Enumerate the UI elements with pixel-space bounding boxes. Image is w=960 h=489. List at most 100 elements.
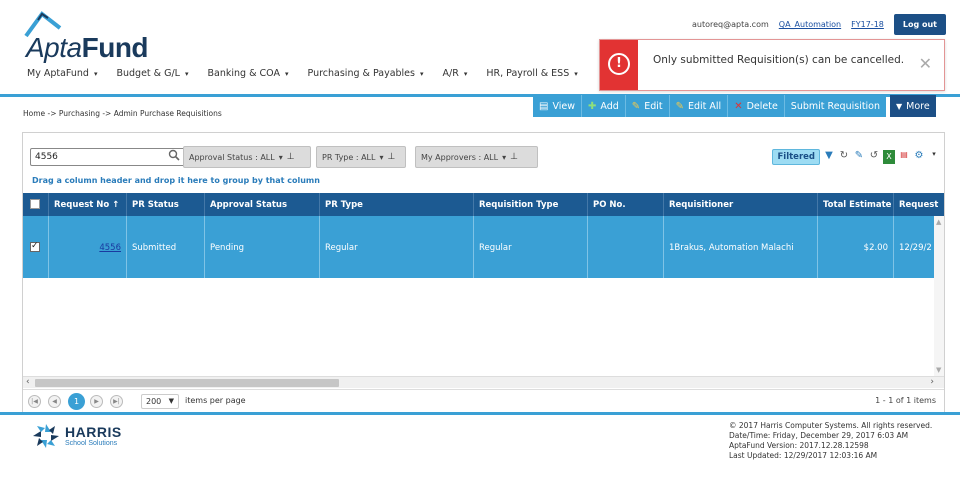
col-requisition-type[interactable]: Requisition Type xyxy=(474,193,588,216)
next-page-button[interactable]: ▶ xyxy=(90,395,103,408)
scroll-down-icon[interactable]: ▼ xyxy=(936,366,941,374)
col-request-no-label: Request No xyxy=(54,200,110,210)
plus-icon: ✚ xyxy=(588,100,597,112)
approval-status-filter[interactable]: Approval Status : ALL ▾ ⊥ xyxy=(183,146,311,168)
delete-button[interactable]: ✕ Delete xyxy=(728,95,785,117)
logout-button[interactable]: Log out xyxy=(893,14,946,35)
pin-icon[interactable]: ⊥ xyxy=(510,152,518,162)
nav-hr-payroll[interactable]: HR, Payroll & ESS ▾ xyxy=(486,68,577,79)
search-icon[interactable] xyxy=(168,149,182,163)
harris-subtitle: School Solutions xyxy=(65,440,118,447)
delete-label: Delete xyxy=(746,100,778,112)
nav-budget-gl[interactable]: Budget & G/L ▾ xyxy=(116,68,188,79)
excel-icon[interactable]: X xyxy=(883,150,895,164)
chevron-down-icon[interactable]: ▾ xyxy=(928,150,940,164)
search-input[interactable]: 4556 xyxy=(30,148,185,166)
col-request-date[interactable]: Request xyxy=(894,193,946,216)
chevron-down-icon: ▾ xyxy=(185,70,189,78)
horizontal-scrollbar[interactable]: ‹ › xyxy=(23,376,944,388)
page-size-select[interactable]: 200 ▼ xyxy=(141,394,179,409)
col-pr-status-label: PR Status xyxy=(132,200,179,210)
nav-ar[interactable]: A/R ▾ xyxy=(443,68,468,79)
view-button[interactable]: ▤ View xyxy=(533,95,582,117)
chevron-down-icon: ▾ xyxy=(278,152,283,162)
scroll-right-icon[interactable]: › xyxy=(930,377,934,387)
first-page-button[interactable]: |◀ xyxy=(28,395,41,408)
delete-x-icon: ✕ xyxy=(734,100,743,112)
filter-row: 4556 Approval Status : ALL ▾ ⊥ PR Type : A… xyxy=(23,133,944,188)
close-icon[interactable]: ✕ xyxy=(919,54,932,73)
nav-label: Purchasing & Payables xyxy=(307,68,415,79)
select-all-checkbox[interactable] xyxy=(30,199,40,209)
col-pr-type-label: PR Type xyxy=(325,200,363,210)
table-body: 4556 Submitted Pending Regular Regular 1… xyxy=(23,216,944,376)
col-requisitioner-label: Requisitioner xyxy=(669,200,734,210)
scroll-left-icon[interactable]: ‹ xyxy=(26,377,30,387)
last-page-button[interactable]: ▶| xyxy=(110,395,123,408)
refresh-icon[interactable]: ↻ xyxy=(838,150,850,164)
nav-banking-coa[interactable]: Banking & COA ▾ xyxy=(208,68,289,79)
chevron-down-icon: ▾ xyxy=(574,70,578,78)
edit-all-button[interactable]: ✎ Edit All xyxy=(669,95,729,117)
edit-button[interactable]: ✎ Edit xyxy=(625,95,670,117)
scroll-up-icon[interactable]: ▲ xyxy=(936,218,941,226)
wrench-icon[interactable]: ✎ xyxy=(853,150,865,164)
prev-page-button[interactable]: ◀ xyxy=(48,395,61,408)
total-estimate-cell: $2.00 xyxy=(818,216,894,278)
my-approvers-filter[interactable]: My Approvers : ALL ▾ ⊥ xyxy=(415,146,538,168)
col-request-no[interactable]: Request No ↑ xyxy=(49,193,127,216)
col-requisitioner[interactable]: Requisitioner xyxy=(664,193,818,216)
pr-type-filter[interactable]: PR Type : ALL ▾ ⊥ xyxy=(316,146,406,168)
aptafund-logo[interactable]: AptaFund xyxy=(24,10,154,63)
pin-icon[interactable]: ⊥ xyxy=(387,152,395,162)
select-all-header[interactable] xyxy=(23,193,49,216)
group-hint[interactable]: Drag a column header and drop it here to… xyxy=(32,176,320,185)
document-icon: ▤ xyxy=(539,100,549,112)
col-request-date-label: Request xyxy=(899,200,939,210)
requisitions-grid: 4556 Approval Status : ALL ▾ ⊥ PR Type : A… xyxy=(22,132,945,412)
table-header: Request No ↑ PR Status Approval Status P… xyxy=(23,193,944,216)
row-select-cell[interactable] xyxy=(23,216,49,278)
col-pr-status[interactable]: PR Status xyxy=(127,193,205,216)
chevron-down-icon: ▾ xyxy=(285,70,289,78)
row-checkbox[interactable] xyxy=(30,241,40,252)
request-no-link[interactable]: 4556 xyxy=(49,216,127,278)
nav-purchasing[interactable]: Purchasing & Payables ▾ xyxy=(308,68,424,79)
edit-label: Edit xyxy=(644,100,663,112)
last-updated-text: Last Updated: 12/29/2017 12:03:16 AM xyxy=(729,451,878,460)
add-button[interactable]: ✚ Add xyxy=(582,95,626,117)
fiscal-year-link[interactable]: FY17-18 xyxy=(851,20,884,29)
page-size-value: 200 xyxy=(146,397,162,406)
reset-icon[interactable]: ↺ xyxy=(868,150,880,164)
filter-icon[interactable]: ▼ xyxy=(823,150,835,164)
per-page-label: items per page xyxy=(185,396,246,405)
user-bar: autoreq@apta.com QA_Automation FY17-18 L… xyxy=(692,14,946,35)
col-approval-status-label: Approval Status xyxy=(210,200,288,210)
footer-info: © 2017 Harris Computer Systems. All righ… xyxy=(729,421,932,461)
harris-logo: HARRIS School Solutions xyxy=(31,422,141,452)
pdf-icon[interactable]: ▤ xyxy=(898,150,910,164)
table-row[interactable]: 4556 Submitted Pending Regular Regular 1… xyxy=(23,216,944,278)
chevron-down-icon: ▾ xyxy=(379,152,384,162)
col-po-no[interactable]: PO No. xyxy=(588,193,664,216)
pin-icon[interactable]: ⊥ xyxy=(287,152,295,162)
more-button[interactable]: ▼ More xyxy=(890,95,936,117)
datetime-text: Date/Time: Friday, December 29, 2017 6:0… xyxy=(729,431,909,440)
nav-my-aptafund[interactable]: My AptaFund ▾ xyxy=(27,68,97,79)
toast-icon-bg: ! xyxy=(600,40,638,90)
more-label: More xyxy=(906,100,930,112)
submit-requisition-button[interactable]: Submit Requisition xyxy=(784,95,887,117)
filtered-badge[interactable]: Filtered xyxy=(772,149,820,165)
vertical-scrollbar[interactable]: ▲ ▼ xyxy=(934,216,944,376)
col-pr-type[interactable]: PR Type xyxy=(320,193,474,216)
profile-link[interactable]: QA_Automation xyxy=(779,20,841,29)
current-page-button[interactable]: 1 xyxy=(68,393,85,410)
scroll-thumb[interactable] xyxy=(35,379,339,387)
add-label: Add xyxy=(600,100,619,112)
col-total-estimate[interactable]: Total Estimate xyxy=(818,193,894,216)
gear-icon[interactable]: ⚙ xyxy=(913,150,925,164)
approval-status-cell: Pending xyxy=(205,216,320,278)
pr-status-cell: Submitted xyxy=(127,216,205,278)
col-approval-status[interactable]: Approval Status xyxy=(205,193,320,216)
col-requisition-type-label: Requisition Type xyxy=(479,200,559,210)
